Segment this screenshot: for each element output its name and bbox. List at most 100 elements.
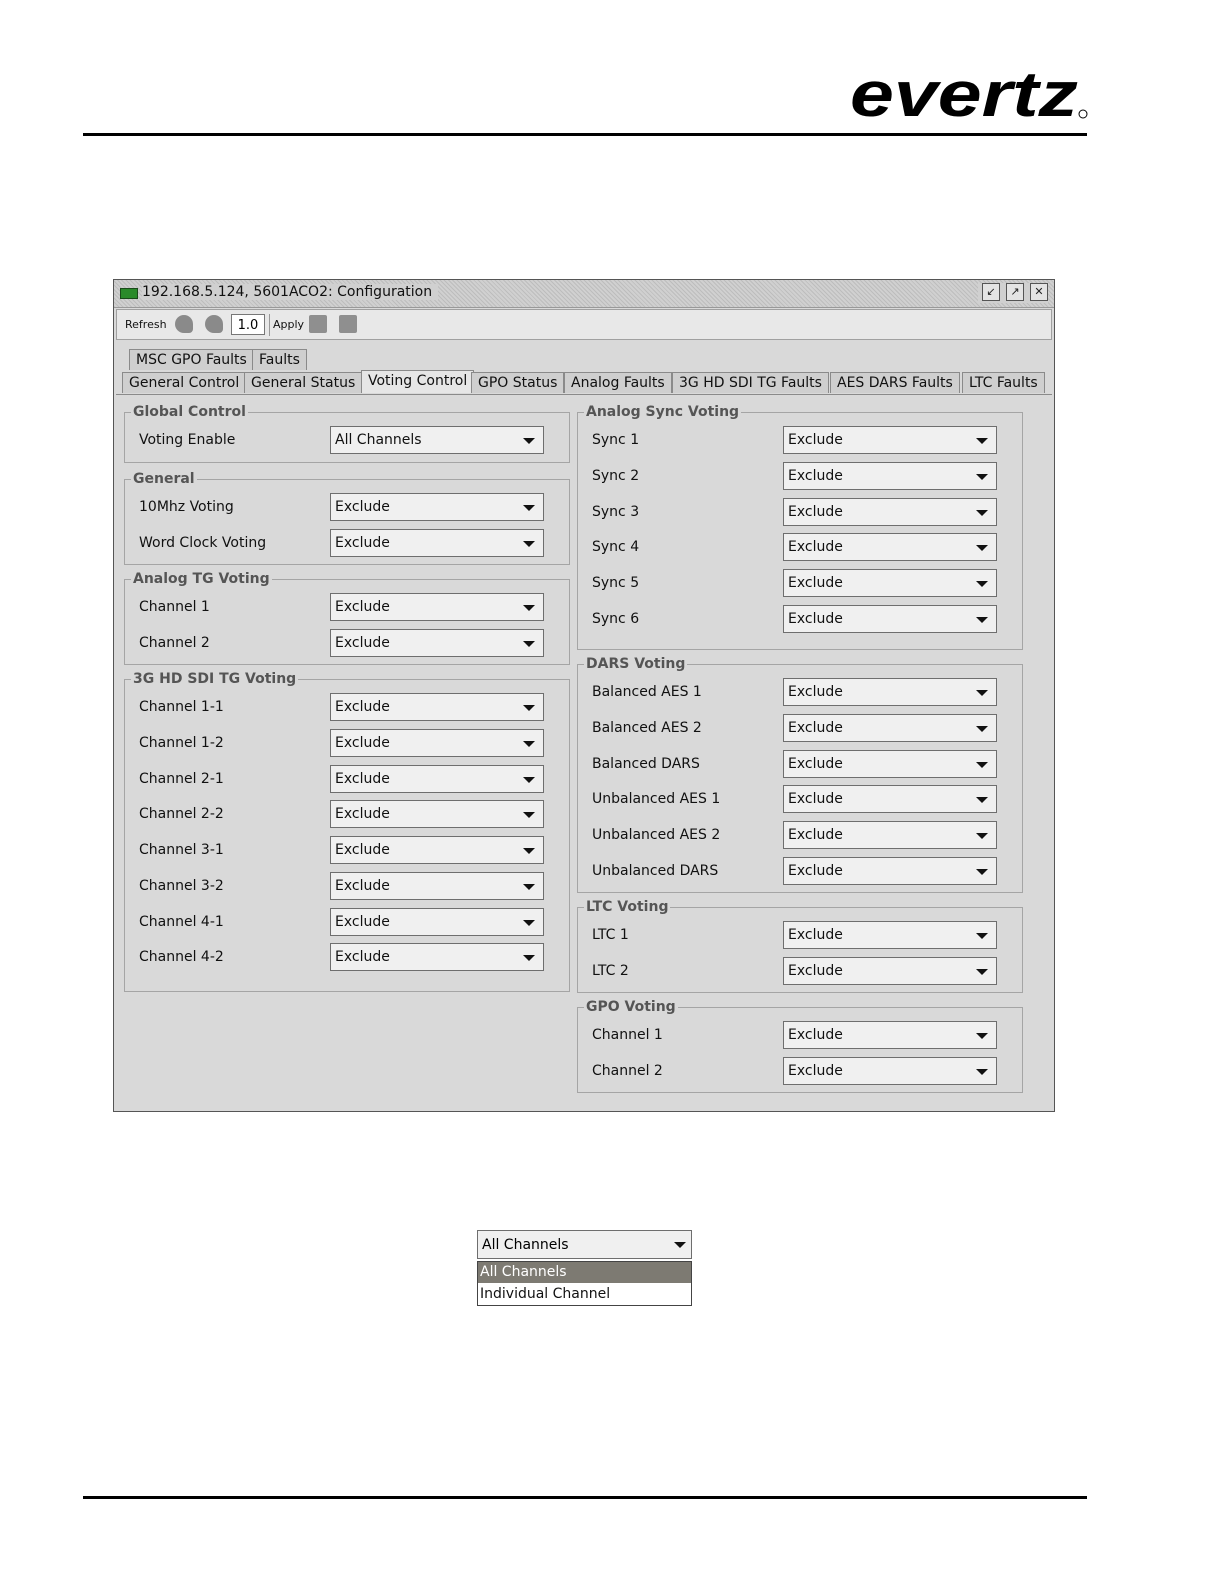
balanced-dars-select[interactable]: Exclude	[783, 750, 997, 778]
row-label: Sync 4	[592, 539, 640, 555]
chevron-down-icon	[523, 777, 535, 783]
group-title: Global Control	[131, 404, 248, 420]
chevron-down-icon	[976, 969, 988, 975]
analog-tg-channel-2-select[interactable]: Exclude	[330, 629, 544, 657]
chevron-down-icon	[523, 541, 535, 547]
refresh-pull-icon[interactable]	[175, 315, 193, 333]
sync-6-select[interactable]: Exclude	[783, 605, 997, 633]
sdi-channel-4-1-select[interactable]: Exclude	[330, 908, 544, 936]
sdi-channel-1-2-select[interactable]: Exclude	[330, 729, 544, 757]
chevron-down-icon	[523, 741, 535, 747]
tab-aes-dars-faults[interactable]: AES DARS Faults	[830, 372, 960, 393]
sync-1-select[interactable]: Exclude	[783, 426, 997, 454]
header-rule	[83, 133, 1087, 136]
balanced-aes-1-select[interactable]: Exclude	[783, 678, 997, 706]
sdi-channel-2-1-select[interactable]: Exclude	[330, 765, 544, 793]
voting-enable-select[interactable]: All Channels	[330, 426, 544, 454]
tab-msc-gpo-faults[interactable]: MSC GPO Faults	[129, 349, 254, 370]
chevron-down-icon	[523, 812, 535, 818]
row-label: Balanced AES 1	[592, 684, 702, 700]
sdi-channel-2-2-select[interactable]: Exclude	[330, 800, 544, 828]
apply-button[interactable]: Apply	[273, 318, 304, 331]
row-label: Channel 2	[592, 1063, 663, 1079]
row-label: Channel 1-2	[139, 735, 224, 751]
chevron-down-icon	[523, 848, 535, 854]
chevron-down-icon	[523, 641, 535, 647]
chevron-down-icon	[976, 726, 988, 732]
chevron-down-icon	[976, 869, 988, 875]
chevron-down-icon	[976, 438, 988, 444]
row-label: LTC 2	[592, 963, 629, 979]
tab-gpo-status[interactable]: GPO Status	[471, 372, 565, 393]
chevron-down-icon	[976, 545, 988, 551]
close-icon[interactable]: ✕	[1030, 283, 1048, 301]
chevron-down-icon	[976, 1069, 988, 1075]
sdi-channel-1-1-select[interactable]: Exclude	[330, 693, 544, 721]
group-title: Analog Sync Voting	[584, 404, 742, 420]
group-analog-sync-voting: Analog Sync Voting Sync 1 Exclude Sync 2…	[577, 404, 1023, 650]
tab-general-control[interactable]: General Control	[122, 372, 247, 393]
sdi-channel-3-2-select[interactable]: Exclude	[330, 872, 544, 900]
option-individual-channel[interactable]: Individual Channel	[478, 1284, 691, 1305]
row-label: Sync 2	[592, 468, 640, 484]
chevron-down-icon	[976, 474, 988, 480]
row-label: Balanced AES 2	[592, 720, 702, 736]
sync-5-select[interactable]: Exclude	[783, 569, 997, 597]
toolbar: Refresh 1.0 Apply	[116, 309, 1052, 340]
group-title: General	[131, 471, 197, 487]
sdi-channel-3-1-select[interactable]: Exclude	[330, 836, 544, 864]
configuration-window: 192.168.5.124, 5601ACO2: Configuration ↙…	[113, 279, 1055, 1112]
window-titlebar[interactable]: 192.168.5.124, 5601ACO2: Configuration ↙…	[114, 280, 1054, 308]
sync-2-select[interactable]: Exclude	[783, 462, 997, 490]
10mhz-voting-select[interactable]: Exclude	[330, 493, 544, 521]
row-label: Channel 2-2	[139, 806, 224, 822]
ltc-1-select[interactable]: Exclude	[783, 921, 997, 949]
group-title: DARS Voting	[584, 656, 688, 672]
group-gpo-voting: GPO Voting Channel 1 Exclude Channel 2 E…	[577, 999, 1023, 1093]
footer-rule	[83, 1496, 1087, 1499]
unbalanced-dars-select[interactable]: Exclude	[783, 857, 997, 885]
group-title: LTC Voting	[584, 899, 671, 915]
tab-3g-hd-sdi-tg-faults[interactable]: 3G HD SDI TG Faults	[672, 372, 829, 393]
row-label: Word Clock Voting	[139, 535, 267, 551]
tab-general-status[interactable]: General Status	[244, 372, 363, 393]
sync-4-select[interactable]: Exclude	[783, 533, 997, 561]
tab-ltc-faults[interactable]: LTC Faults	[962, 372, 1045, 393]
refresh-button[interactable]: Refresh	[125, 318, 167, 331]
unbalanced-aes-2-select[interactable]: Exclude	[783, 821, 997, 849]
chevron-down-icon	[976, 581, 988, 587]
chevron-down-icon	[976, 762, 988, 768]
analog-tg-channel-1-select[interactable]: Exclude	[330, 593, 544, 621]
group-title: GPO Voting	[584, 999, 678, 1015]
group-general: General 10Mhz Voting Exclude Word Clock …	[124, 471, 570, 565]
gpo-channel-1-select[interactable]: Exclude	[783, 1021, 997, 1049]
apply-flag-icon[interactable]	[309, 315, 327, 333]
chevron-down-icon	[523, 920, 535, 926]
row-label: Sync 5	[592, 575, 640, 591]
ltc-2-select[interactable]: Exclude	[783, 957, 997, 985]
tab-analog-faults[interactable]: Analog Faults	[564, 372, 672, 393]
tab-faults[interactable]: Faults	[252, 349, 307, 370]
restore-icon[interactable]: ↙	[982, 283, 1000, 301]
apply-cancel-icon[interactable]	[339, 315, 357, 333]
row-label: Sync 1	[592, 432, 640, 448]
group-3g-hd-sdi-tg-voting: 3G HD SDI TG Voting Channel 1-1 Exclude …	[124, 671, 570, 992]
sdi-channel-4-2-select[interactable]: Exclude	[330, 943, 544, 971]
refresh-interval-value[interactable]: 1.0	[231, 314, 265, 335]
chevron-down-icon	[523, 705, 535, 711]
group-dars-voting: DARS Voting Balanced AES 1 Exclude Balan…	[577, 656, 1023, 893]
maximize-icon[interactable]: ↗	[1006, 283, 1024, 301]
voting-enable-dropdown[interactable]: All Channels	[477, 1230, 692, 1259]
tab-voting-control[interactable]: Voting Control	[361, 370, 475, 393]
gpo-channel-2-select[interactable]: Exclude	[783, 1057, 997, 1085]
row-label: Channel 3-1	[139, 842, 224, 858]
chevron-down-icon	[523, 884, 535, 890]
group-ltc-voting: LTC Voting LTC 1 Exclude LTC 2 Exclude	[577, 899, 1023, 993]
unbalanced-aes-1-select[interactable]: Exclude	[783, 785, 997, 813]
sync-3-select[interactable]: Exclude	[783, 498, 997, 526]
balanced-aes-2-select[interactable]: Exclude	[783, 714, 997, 742]
word-clock-voting-select[interactable]: Exclude	[330, 529, 544, 557]
refresh-auto-icon[interactable]	[205, 315, 223, 333]
option-all-channels[interactable]: All Channels	[478, 1262, 691, 1283]
row-label: Unbalanced AES 1	[592, 791, 721, 807]
